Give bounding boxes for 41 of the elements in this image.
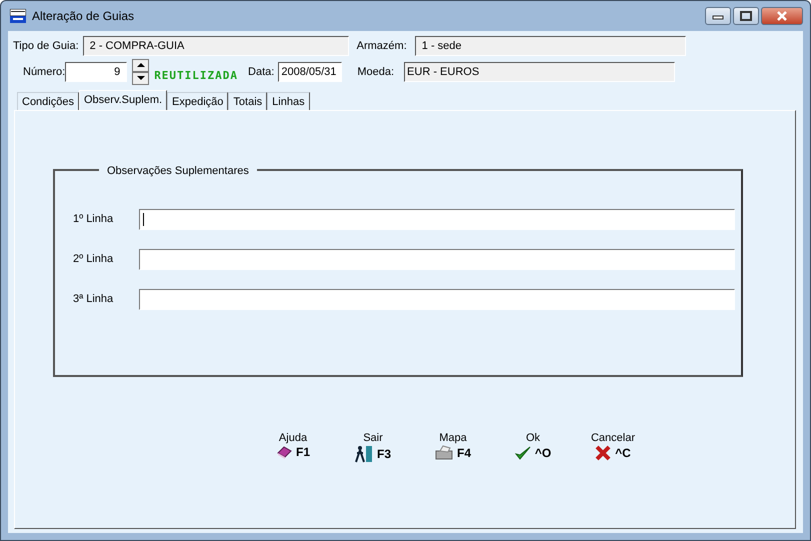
maximize-icon	[740, 11, 752, 21]
check-icon	[514, 445, 531, 461]
tab[interactable]: Observ.Suplem.	[78, 90, 168, 111]
text-field[interactable]	[139, 208, 735, 230]
field-label: 1º Linha	[72, 212, 114, 227]
close-button[interactable]	[761, 7, 803, 25]
status-text: REUTILIZADA	[154, 68, 238, 84]
field-label: 2º Linha	[72, 252, 114, 267]
window-title: Alteração de Guias	[32, 8, 134, 25]
cross-icon	[595, 445, 612, 461]
toolbar-button[interactable]: Ok ^O	[493, 432, 573, 463]
toolbar-button[interactable]: Sair F3	[333, 432, 413, 463]
tab[interactable]: Totais	[228, 92, 268, 110]
group-title: Observações Suplementares	[99, 163, 257, 180]
label: Tipo de Guia:	[13, 38, 79, 54]
toolbar-button[interactable]: Ajuda F1	[253, 432, 333, 463]
maximize-button[interactable]	[733, 7, 759, 25]
label: Número:	[23, 64, 66, 80]
tab[interactable]: Expedição	[167, 92, 228, 110]
type-field[interactable]: 2 - COMPRA-GUIA	[82, 36, 349, 56]
field-label: 3ª Linha	[72, 292, 114, 307]
date-field[interactable]: 2008/05/31	[278, 62, 342, 82]
exit-icon	[354, 445, 373, 463]
spinner[interactable]	[132, 59, 150, 85]
tab[interactable]: Condições	[17, 92, 79, 110]
label: Moeda:	[357, 64, 394, 80]
toolbar-button[interactable]: Mapa F4	[413, 432, 493, 463]
number-field[interactable]: 9	[65, 62, 128, 82]
printer-icon	[434, 445, 453, 461]
currency-field[interactable]: EUR - EUROS	[404, 62, 676, 82]
text-field[interactable]	[139, 288, 735, 310]
warehouse-field[interactable]: 1 - sede	[414, 36, 686, 56]
close-icon	[775, 10, 789, 22]
book-icon	[276, 445, 292, 459]
minimize-button[interactable]	[705, 7, 731, 25]
label: Armazém:	[356, 38, 407, 54]
text-field[interactable]	[139, 248, 735, 270]
toolbar-button[interactable]: Cancelar ^C	[573, 432, 653, 463]
app-icon	[10, 9, 26, 23]
label: Data:	[248, 64, 274, 80]
tab[interactable]: Linhas	[267, 92, 310, 110]
